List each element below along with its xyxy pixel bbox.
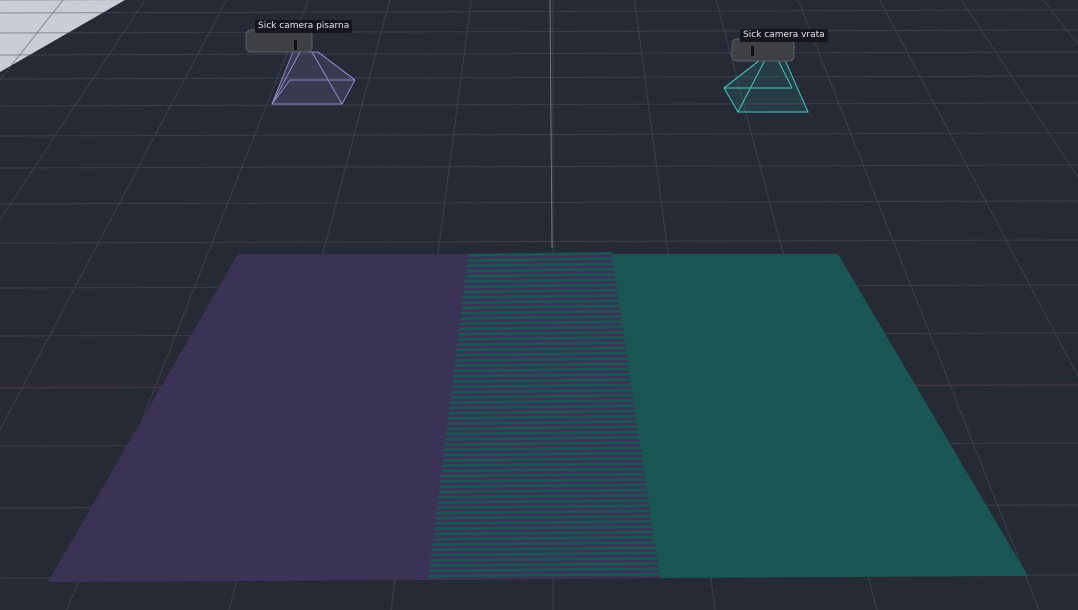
scene-canvas[interactable] (0, 0, 1078, 610)
camera-label-vrata: Sick camera vrata (740, 29, 828, 42)
camera-vrata-body[interactable] (731, 38, 795, 62)
camera-label-pisarna: Sick camera pisarna (255, 20, 353, 33)
camera-vrata-lens (751, 46, 754, 56)
3d-viewport[interactable]: Sick camera pisarna Sick camera vrata (0, 0, 1078, 610)
camera-pisarna-body[interactable] (245, 29, 313, 53)
camera-pisarna-lens (294, 40, 297, 50)
